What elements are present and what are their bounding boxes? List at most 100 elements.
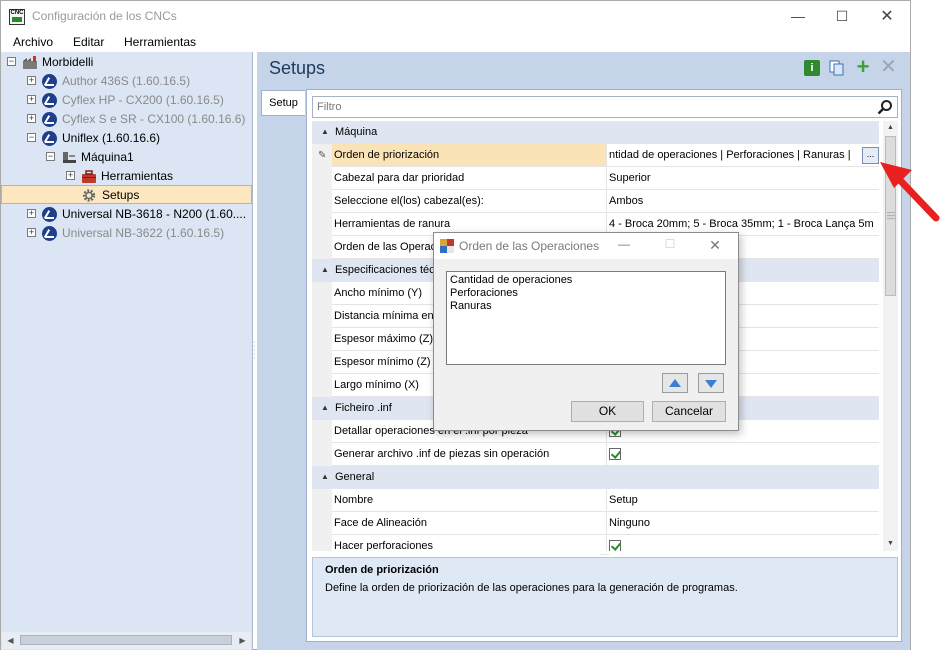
property-name: Face de Alineación bbox=[332, 512, 607, 535]
property-name: Hacer perforaciones bbox=[332, 535, 607, 551]
machine-logo-icon bbox=[42, 74, 57, 89]
expand-icon[interactable]: + bbox=[66, 171, 75, 180]
menu-archivo[interactable]: Archivo bbox=[13, 35, 53, 49]
tree-label: Uniflex (1.60.16.6) bbox=[62, 131, 161, 145]
delete-icon[interactable]: ✕ bbox=[880, 57, 897, 77]
category-row[interactable]: ▲ Máquina bbox=[312, 121, 879, 144]
row-gutter bbox=[312, 213, 332, 236]
checkbox[interactable] bbox=[609, 540, 621, 551]
search-icon[interactable] bbox=[877, 99, 893, 115]
move-down-button[interactable] bbox=[698, 373, 724, 393]
property-row[interactable]: Hacer perforaciones bbox=[312, 535, 879, 551]
machine-logo-icon bbox=[42, 112, 57, 127]
property-row[interactable]: Cabezal para dar prioridad Superior bbox=[312, 167, 879, 190]
description-text: Define la orden de priorización de las o… bbox=[325, 582, 738, 594]
filter-placeholder: Filtro bbox=[317, 101, 342, 113]
expand-icon[interactable]: + bbox=[27, 95, 36, 104]
dialog-app-icon bbox=[440, 239, 454, 253]
property-value[interactable] bbox=[607, 443, 879, 466]
cancel-button[interactable]: Cancelar bbox=[652, 401, 726, 422]
category-label: Ficheiro .inf bbox=[335, 402, 392, 414]
ok-button[interactable]: OK bbox=[571, 401, 644, 422]
property-value[interactable]: Ninguno bbox=[607, 512, 879, 535]
scroll-right-icon[interactable]: ▶ bbox=[234, 632, 251, 649]
tab-setup[interactable]: Setup bbox=[261, 90, 305, 116]
info-icon[interactable]: i bbox=[804, 60, 820, 76]
pencil-icon: ✎ bbox=[318, 150, 327, 161]
tree-label: Morbidelli bbox=[42, 55, 94, 69]
expand-icon[interactable]: + bbox=[27, 114, 36, 123]
row-gutter bbox=[312, 190, 332, 213]
tree-horizontal-scrollbar[interactable]: ◀ ▶ bbox=[2, 632, 251, 649]
collapse-category-icon[interactable]: ▲ bbox=[321, 403, 329, 412]
expand-icon[interactable]: + bbox=[27, 209, 36, 218]
close-button[interactable]: ✕ bbox=[864, 1, 910, 32]
machine-logo-icon bbox=[42, 93, 57, 108]
collapse-category-icon[interactable]: ▲ bbox=[321, 472, 329, 481]
menu-editar[interactable]: Editar bbox=[73, 35, 104, 49]
property-row[interactable]: ✎ Orden de priorización ntidad de operacio… bbox=[312, 144, 879, 167]
list-item[interactable]: Perforaciones bbox=[450, 287, 722, 300]
category-label: Máquina bbox=[335, 126, 378, 138]
collapse-icon[interactable]: − bbox=[46, 152, 55, 161]
dialog-close-button[interactable]: ✕ bbox=[705, 237, 725, 255]
expand-icon[interactable]: + bbox=[27, 228, 36, 237]
expand-icon[interactable]: + bbox=[27, 76, 36, 85]
checkbox[interactable] bbox=[609, 448, 621, 460]
minimize-button[interactable]: — bbox=[775, 1, 821, 32]
property-row[interactable]: Nombre Setup bbox=[312, 489, 879, 512]
scroll-thumb[interactable] bbox=[20, 635, 232, 645]
collapse-category-icon[interactable]: ▲ bbox=[321, 265, 329, 274]
move-up-button[interactable] bbox=[662, 373, 688, 393]
property-row[interactable]: Face de Alineación Ninguno bbox=[312, 512, 879, 535]
category-label: General bbox=[335, 471, 375, 483]
gear-icon bbox=[82, 189, 96, 202]
tree-label: Máquina1 bbox=[81, 150, 134, 164]
menu-herramientas[interactable]: Herramientas bbox=[124, 35, 196, 49]
dialog-title-bar: Orden de las Operaciones — ☐ ✕ bbox=[434, 233, 738, 259]
tree-label: Universal NB-3622 (1.60.16.5) bbox=[62, 226, 225, 240]
row-gutter bbox=[312, 512, 332, 535]
property-value-text: Ninguno bbox=[609, 517, 650, 529]
property-row[interactable]: Generar archivo .inf de piezas sin opera… bbox=[312, 443, 879, 466]
property-row[interactable]: Seleccione el(los) cabezal(es): Ambos bbox=[312, 190, 879, 213]
category-row[interactable]: ▲ General bbox=[312, 466, 879, 489]
property-name: Seleccione el(los) cabezal(es): bbox=[332, 190, 607, 213]
scroll-up-icon[interactable]: ▲ bbox=[883, 121, 898, 135]
list-item[interactable]: Ranuras bbox=[450, 300, 722, 313]
collapse-icon[interactable]: − bbox=[27, 133, 36, 142]
dialog-minimize-button[interactable]: — bbox=[614, 237, 634, 255]
description-title: Orden de priorización bbox=[325, 564, 439, 576]
row-gutter bbox=[312, 351, 332, 374]
scroll-left-icon[interactable]: ◀ bbox=[2, 632, 19, 649]
property-value[interactable]: Superior bbox=[607, 167, 879, 190]
row-gutter bbox=[312, 374, 332, 397]
property-value[interactable]: Ambos bbox=[607, 190, 879, 213]
operations-list[interactable]: Cantidad de operaciones Perforaciones Ra… bbox=[446, 271, 726, 365]
row-gutter bbox=[312, 282, 332, 305]
row-gutter bbox=[312, 443, 332, 466]
arrow-down-icon bbox=[705, 380, 717, 388]
row-gutter bbox=[312, 305, 332, 328]
collapse-category-icon[interactable]: ▲ bbox=[321, 127, 329, 136]
property-name: Orden de priorización bbox=[332, 144, 607, 167]
toolbox-icon bbox=[82, 170, 96, 183]
property-value[interactable]: Setup bbox=[607, 489, 879, 512]
window-title: Configuración de los CNCs bbox=[32, 9, 177, 23]
add-icon[interactable]: + bbox=[855, 56, 871, 78]
collapse-icon[interactable]: − bbox=[7, 57, 16, 66]
machine-tree: − Morbidelli + Author 436S (1.60.16.5) +… bbox=[1, 52, 253, 650]
maximize-button[interactable]: ☐ bbox=[819, 1, 865, 32]
scroll-down-icon[interactable]: ▼ bbox=[883, 537, 898, 551]
copy-icon[interactable] bbox=[829, 60, 845, 76]
property-value[interactable]: ntidad de operaciones | Perforaciones | … bbox=[607, 144, 879, 167]
property-value[interactable] bbox=[607, 535, 879, 551]
factory-icon bbox=[23, 56, 37, 69]
app-icon-text: CNC bbox=[10, 10, 24, 16]
tree-label: Cyflex S e SR - CX100 (1.60.16.6) bbox=[62, 112, 246, 126]
dialog-maximize-button: ☐ bbox=[664, 237, 676, 251]
order-operations-dialog: Orden de las Operaciones — ☐ ✕ Cantidad … bbox=[433, 232, 739, 431]
machine-icon bbox=[63, 152, 76, 163]
filter-input[interactable]: Filtro bbox=[312, 96, 898, 118]
list-item[interactable]: Cantidad de operaciones bbox=[450, 274, 722, 287]
